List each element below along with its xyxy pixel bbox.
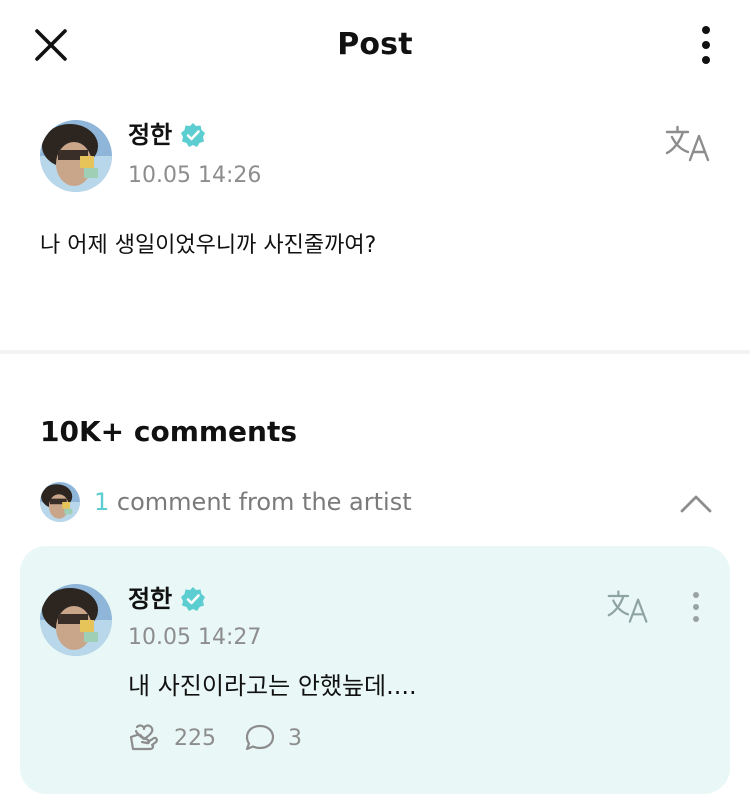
reply-count: 3 — [288, 725, 302, 751]
comment-actions: 225 3 — [128, 718, 302, 758]
more-vertical-icon — [692, 24, 720, 66]
comments-count: 10K+ comments — [40, 415, 298, 448]
comment-translate-button[interactable] — [606, 588, 650, 626]
reply-button[interactable]: 3 — [244, 723, 302, 753]
comment-timestamp: 10.05 14:27 — [128, 625, 262, 650]
author-name-row: 정한 — [128, 118, 206, 152]
translate-icon — [665, 125, 710, 162]
section-divider — [0, 350, 750, 354]
page-title: Post — [337, 27, 413, 62]
artist-comment-count: 1 — [94, 488, 110, 516]
author-name[interactable]: 정한 — [128, 118, 172, 152]
more-options-button[interactable] — [692, 24, 720, 66]
more-vertical-icon — [686, 588, 706, 626]
verified-badge-icon — [181, 587, 206, 611]
artist-avatar — [40, 482, 80, 522]
author-avatar[interactable] — [40, 120, 112, 192]
artist-comment-label: 1 comment from the artist — [94, 488, 412, 516]
like-button[interactable]: 225 — [128, 723, 216, 753]
artist-comment-text: comment from the artist — [109, 488, 412, 516]
comment-text: 내 사진이라고는 안했늪데.... — [128, 672, 417, 700]
comment-author-name[interactable]: 정한 — [128, 582, 172, 616]
comment-author-row: 정한 — [128, 582, 206, 616]
translate-icon — [607, 590, 648, 623]
like-count: 225 — [174, 725, 216, 751]
artist-comments-toggle[interactable]: 1 comment from the artist — [40, 480, 412, 524]
verified-badge-icon — [181, 123, 206, 147]
collapse-button[interactable] — [678, 486, 714, 522]
translate-button[interactable] — [664, 124, 712, 164]
heart-hand-icon — [129, 724, 158, 751]
comment-author-avatar[interactable] — [40, 584, 112, 656]
chevron-up-icon — [680, 495, 712, 513]
post-timestamp: 10.05 14:26 — [128, 163, 262, 188]
comment-bubble-icon — [245, 724, 275, 751]
post-text: 나 어제 생일이었우니까 사진줄까여? — [40, 233, 377, 258]
comment-more-button[interactable] — [686, 588, 706, 626]
